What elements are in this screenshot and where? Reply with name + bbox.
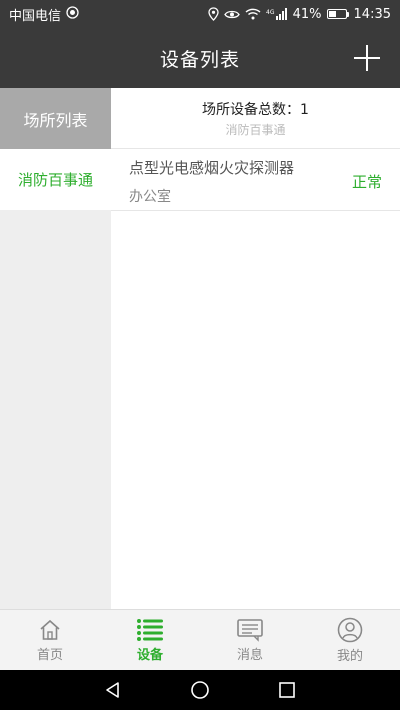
add-device-button[interactable] <box>352 43 382 73</box>
page-title: 设备列表 <box>159 48 240 71</box>
device-name: 点型光电感烟火灾探测器 <box>129 159 295 177</box>
device-status: 正常 <box>351 173 382 191</box>
nav-back-button[interactable] <box>93 670 133 710</box>
battery-percent: 41% <box>292 6 322 22</box>
wifi-icon <box>245 8 261 20</box>
back-icon <box>106 682 120 698</box>
list-icon <box>137 618 163 641</box>
bottom-tab-bar: 首页 设备 消息 我的 <box>0 609 400 670</box>
title-bar: 设备列表 <box>0 28 400 88</box>
battery-icon <box>326 9 349 19</box>
nav-home-button[interactable] <box>180 670 220 710</box>
device-panel: 场所设备总数：1 消防百事通 点型光电感烟火灾探测器 办公室 正常 <box>111 88 400 609</box>
network-type: 4G <box>266 9 275 16</box>
clock: 14:35 <box>353 6 391 22</box>
message-icon <box>237 618 263 642</box>
home-circle-icon <box>191 681 209 699</box>
status-left: 中国电信 <box>9 5 79 24</box>
device-location: 办公室 <box>129 189 171 205</box>
plus-icon <box>354 45 380 71</box>
device-row[interactable]: 点型光电感烟火灾探测器 办公室 正常 <box>111 149 400 211</box>
carrier-label: 中国电信 <box>9 8 62 24</box>
user-icon <box>337 617 363 642</box>
sidebar-item-place[interactable]: 消防百事通 <box>0 149 111 210</box>
place-list-header: 场所列表 <box>0 88 111 149</box>
recents-icon <box>278 682 295 698</box>
app-screen: 中国电信 4G 41% 14:35 设备列表 场所列表 消防百事通 场所设备总数… <box>0 0 400 710</box>
place-sidebar: 场所列表 消防百事通 <box>0 88 111 609</box>
summary-place-name: 消防百事通 <box>225 122 286 137</box>
sidebar-item-label: 消防百事通 <box>17 171 93 189</box>
notification-icon <box>66 5 79 23</box>
eye-icon <box>223 9 240 20</box>
tab-profile-label: 我的 <box>336 648 363 664</box>
device-count-label: 场所设备总数：1 <box>202 101 309 118</box>
location-icon <box>207 7 219 21</box>
home-icon <box>40 619 60 640</box>
tab-messages-label: 消息 <box>236 647 263 663</box>
signal-icon: 4G <box>266 8 288 20</box>
tab-profile[interactable]: 我的 <box>300 610 400 670</box>
tab-home-label: 首页 <box>36 647 63 663</box>
nav-recents-button[interactable] <box>267 670 307 710</box>
status-right: 4G 41% 14:35 <box>207 6 391 22</box>
tab-home[interactable]: 首页 <box>0 610 100 670</box>
tab-devices[interactable]: 设备 <box>100 610 200 670</box>
system-nav-bar <box>0 670 400 710</box>
status-bar: 中国电信 4G 41% 14:35 <box>0 0 400 28</box>
tab-devices-label: 设备 <box>136 647 163 663</box>
tab-messages[interactable]: 消息 <box>200 610 300 670</box>
device-summary: 场所设备总数：1 消防百事通 <box>111 88 400 149</box>
